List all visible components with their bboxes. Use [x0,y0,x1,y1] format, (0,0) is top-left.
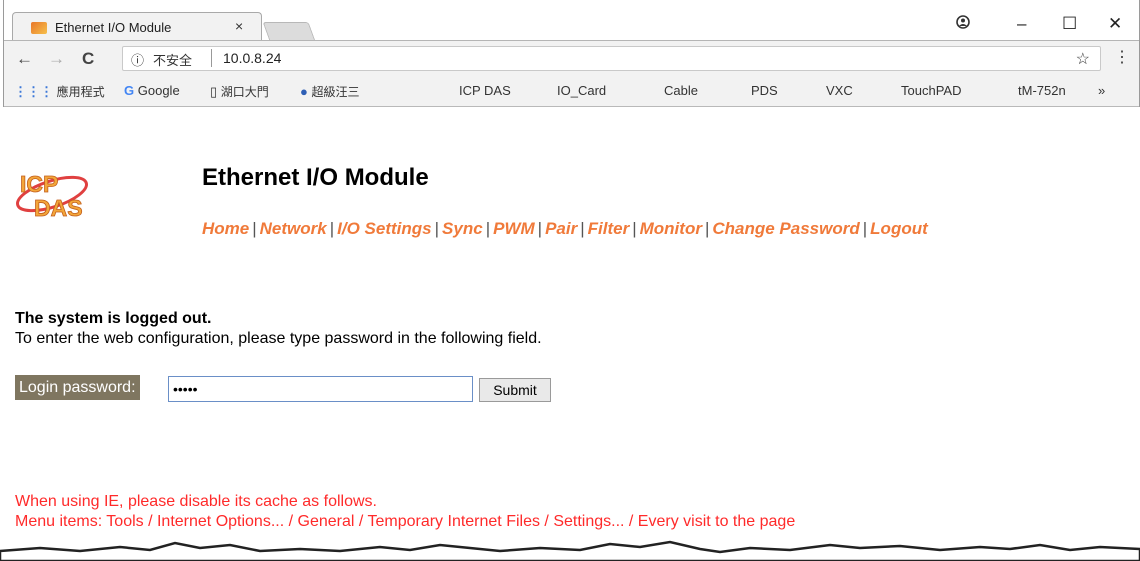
browser-tab[interactable]: Ethernet I/O Module × [12,12,262,42]
address-divider [211,49,212,67]
bookmark-touchpad[interactable]: TouchPAD [901,83,961,98]
info-icon[interactable]: ⓘ [131,50,144,69]
bookmark-apps[interactable]: ⋮⋮⋮ 應用程式 [14,83,105,100]
nav-monitor[interactable]: Monitor [640,219,702,238]
forward-button[interactable]: → [48,49,65,69]
nav-logout[interactable]: Logout [870,219,928,238]
page-content: ICP DAS Ethernet I/O Module Home | Network… [0,107,1140,561]
bookmarks-bar: ⋮⋮⋮ 應用程式 G Google ▯ 湖口大門 ● 超級汪三 ICP DAS … [4,76,1139,107]
logout-status-title: The system is logged out. [15,310,212,327]
page-title: Ethernet I/O Module [202,164,429,191]
favicon-icon [31,22,47,34]
nav-separator: | [537,219,543,238]
ie-note-line-2: Menu items: Tools / Internet Options... … [15,513,796,530]
nav-separator: | [632,219,637,238]
url-text[interactable]: 10.0.8.24 [223,50,281,66]
reload-button[interactable]: C [82,49,94,69]
svg-text:DAS: DAS [34,195,83,221]
nav-separator: | [434,219,440,238]
bookmark-icpdas[interactable]: ICP DAS [459,83,511,98]
icpdas-logo: ICP DAS [14,162,96,226]
back-button[interactable]: ← [16,49,33,69]
svg-text:ICP: ICP [20,171,58,197]
page-icon: ▯ [210,84,218,99]
menu-dots-icon[interactable]: ⋮ [1114,47,1130,67]
bookmark-google[interactable]: G Google [124,83,180,98]
submit-button[interactable]: Submit [479,378,551,402]
bookmark-vxc[interactable]: VXC [826,83,853,98]
bookmark-wang[interactable]: ● 超級汪三 [300,83,360,100]
nav-pwm[interactable]: PWM [493,219,535,238]
nav-io-settings[interactable]: I/O Settings [337,219,431,238]
nav-change-password[interactable]: Change Password [712,219,859,238]
apps-icon: ⋮⋮⋮ [14,84,53,99]
new-tab-button[interactable] [262,22,316,41]
bookmark-star-icon[interactable]: ☆ [1076,49,1090,69]
nav-separator: | [704,219,710,238]
insecure-label: 不安全 [153,54,193,69]
account-icon[interactable] [956,14,970,34]
torn-edge [0,540,1140,561]
main-nav: Home | Network | I/O Settings | Sync | PWM | Pair |… [202,219,928,239]
nav-separator: | [580,219,585,238]
login-password-input[interactable] [168,376,473,402]
tab-close-icon[interactable]: × [235,18,243,34]
nav-pair[interactable]: Pair [545,219,577,238]
bookmark-iocard[interactable]: IO_Card [557,83,606,98]
nav-separator: | [329,219,335,238]
logout-status-description: To enter the web configuration, please t… [15,330,542,347]
bookmark-hukou[interactable]: ▯ 湖口大門 [210,83,269,100]
globe-icon: ● [300,84,308,99]
nav-home[interactable]: Home [202,219,249,238]
bookmarks-more-button[interactable]: » [1098,83,1105,98]
nav-sync[interactable]: Sync [442,219,483,238]
bookmark-cable[interactable]: Cable [664,83,698,98]
nav-filter[interactable]: Filter [588,219,630,238]
nav-separator: | [485,219,491,238]
maximize-button[interactable]: ☐ [1062,14,1077,34]
tab-title: Ethernet I/O Module [55,20,172,35]
address-bar[interactable]: ⓘ 不安全 10.0.8.24 ☆ [122,46,1101,71]
login-password-label: Login password: [15,375,140,400]
bookmark-pds[interactable]: PDS [751,83,778,98]
nav-separator: | [862,219,868,238]
ie-note-line-1: When using IE, please disable its cache … [15,493,377,510]
browser-toolbar: ← → C ⓘ 不安全 10.0.8.24 ☆ ⋮ [4,40,1139,77]
close-window-button[interactable]: ✕ [1108,14,1122,34]
nav-network[interactable]: Network [260,219,327,238]
ie-cache-note: When using IE, please disable its cache … [15,492,795,532]
nav-separator: | [252,219,257,238]
minimize-button[interactable]: – [1017,14,1026,34]
title-bar: Ethernet I/O Module × – ☐ ✕ [4,0,1139,42]
bookmark-tm752n[interactable]: tM-752n [1018,83,1066,98]
google-icon: G [124,83,135,98]
